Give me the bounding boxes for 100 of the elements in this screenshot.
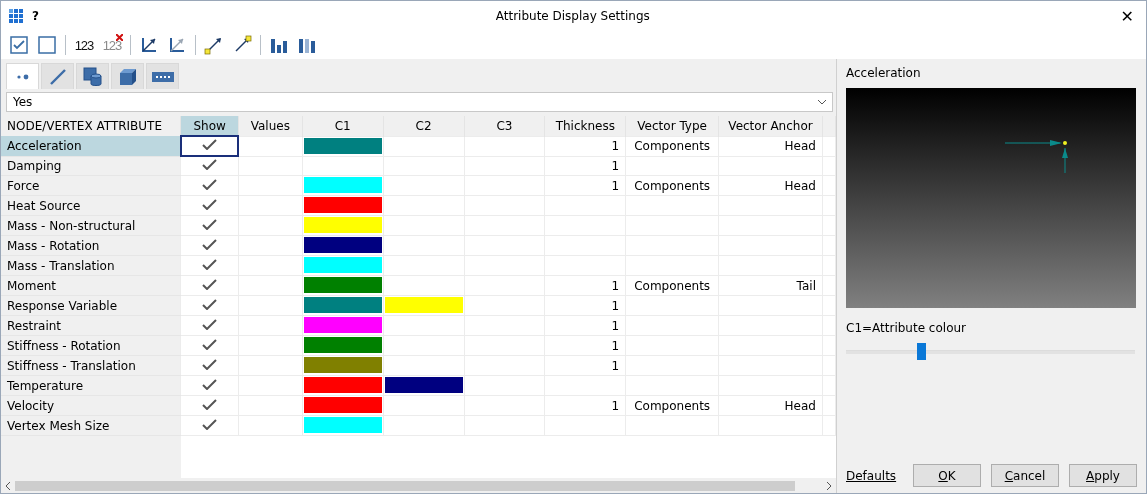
hide-values-button[interactable]: 123 [100,33,124,57]
colour-swatch[interactable] [303,197,382,213]
checkmark-icon[interactable] [202,178,218,190]
entity-tab[interactable] [76,63,109,89]
column-header[interactable]: NODE/VERTEX ATTRIBUTE [1,116,181,136]
attribute-name[interactable]: Mass - Non-structural [1,215,181,236]
attribute-name[interactable]: Response Variable [1,295,181,316]
help-mark[interactable]: ? [32,9,39,23]
window-title: Attribute Display Settings [494,9,651,23]
thickness-value: 1 [611,139,620,153]
thickness-value: 1 [611,298,620,313]
checkmark-icon[interactable] [202,338,218,350]
entity-tab[interactable] [146,63,179,89]
colour-swatch[interactable] [303,257,382,273]
colour-swatch[interactable] [303,177,382,193]
thickness-value: 1 [611,358,620,373]
attribute-name[interactable]: Heat Source [1,195,181,216]
show-values-button[interactable]: 123 [72,33,96,57]
app-grid-icon [9,8,24,24]
checkmark-icon[interactable] [202,398,218,410]
vector-type-value: Components [634,139,711,153]
checkmark-icon[interactable] [202,298,218,310]
vector-anchor-value: Head [784,398,816,413]
column-header[interactable]: Vector Anchor [718,116,823,136]
checkmark-icon[interactable] [202,378,218,390]
colour-swatch[interactable] [303,217,382,233]
thickness-value: 1 [611,278,620,293]
checkmark-icon[interactable] [202,318,218,330]
checkmark-icon[interactable] [202,218,218,230]
attribute-name[interactable]: Stiffness - Translation [1,355,181,376]
vector-anchor-value: Head [784,178,816,193]
checkmark-icon[interactable] [202,238,218,250]
vector-type-value: Components [634,398,711,413]
entity-tab[interactable] [41,63,74,89]
dialog-button[interactable]: OK [913,464,981,487]
line-icon [48,67,67,86]
colour-swatch[interactable] [303,377,382,393]
slider-thumb[interactable] [917,343,927,360]
entity-tab[interactable] [111,63,144,89]
vector-arrow-icon [204,35,224,55]
bar-chart-icon [298,37,316,53]
checkmark-icon[interactable] [202,159,218,170]
close-button[interactable]: ✕ [1116,6,1138,26]
column-header[interactable]: C1 [302,116,384,136]
colour-swatch[interactable] [303,317,382,333]
attribute-name[interactable]: Acceleration [1,136,181,156]
scroll-right-icon [826,481,832,490]
attribute-name[interactable]: Damping [1,156,181,176]
colour-swatch[interactable] [303,237,382,253]
uncheck-all-button[interactable] [35,33,59,57]
column-header[interactable]: Thickness [544,116,626,136]
checkbox-checked-icon [10,36,28,54]
colour-swatch[interactable] [303,397,382,413]
shapes-icon [82,66,103,87]
axes-icon [167,35,187,55]
checkmark-icon[interactable] [202,418,218,430]
attribute-name[interactable]: Force [1,175,181,196]
nodes-icon [15,73,30,80]
colour-swatch[interactable] [303,297,382,313]
filter-dropdown[interactable]: Yes [6,92,833,112]
dialog-button[interactable]: Apply [1069,464,1137,487]
vector-type-value: Components [634,178,711,193]
thickness-value: 1 [611,318,620,333]
attribute-name[interactable]: Vertex Mesh Size [1,415,181,436]
axes-icon [139,35,159,55]
column-header[interactable]: Show [180,116,239,136]
colour-swatch[interactable] [303,337,382,353]
link-bar-icon [151,71,174,82]
colour-swatch[interactable] [303,137,382,154]
preview-title: Acceleration [846,66,922,80]
vector-anchor-value: Tail [796,278,816,293]
checkmark-icon[interactable] [202,198,218,210]
preview-caption: C1=Attribute colour [846,321,968,335]
colour-swatch[interactable] [384,297,463,313]
dialog-button[interactable]: Cancel [991,464,1059,487]
column-header[interactable]: Vector Type [625,116,719,136]
colour-swatch[interactable] [303,277,382,293]
attribute-name[interactable]: Mass - Translation [1,255,181,276]
checkmark-icon[interactable] [202,358,218,370]
cube-icon [118,67,137,86]
column-header[interactable]: Values [238,116,303,136]
checkmark-icon[interactable] [202,278,218,290]
defaults-link[interactable]: Defaults [846,468,897,483]
column-header[interactable]: C3 [464,116,545,136]
column-header[interactable]: C2 [383,116,464,136]
thickness-value: 1 [611,178,620,193]
attribute-name[interactable]: Restraint [1,315,181,336]
bar-chart-icon [270,37,288,53]
checkmark-icon[interactable] [202,258,218,270]
checkmark-icon[interactable] [202,139,218,150]
attribute-name[interactable]: Stiffness - Rotation [1,335,181,356]
attribute-name[interactable]: Temperature [1,375,181,396]
attribute-name[interactable]: Moment [1,275,181,296]
check-all-button[interactable] [7,33,31,57]
attribute-name[interactable]: Mass - Rotation [1,235,181,256]
colour-swatch[interactable] [303,417,382,433]
colour-swatch[interactable] [303,357,382,373]
attribute-name[interactable]: Velocity [1,395,181,416]
colour-swatch[interactable] [384,377,463,393]
entity-tab[interactable] [6,63,39,89]
